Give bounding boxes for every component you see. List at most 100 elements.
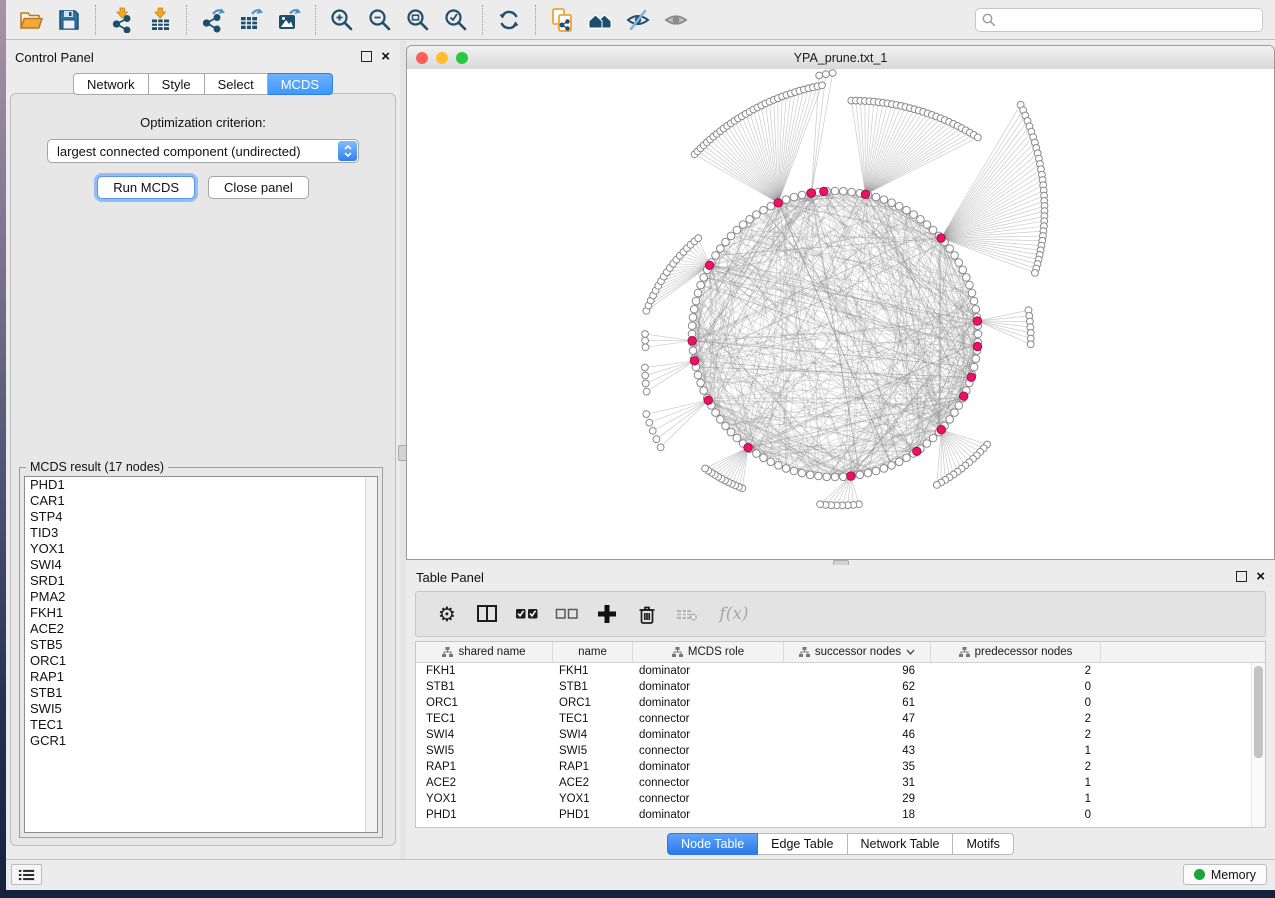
float-panel-icon[interactable] [1236,571,1247,582]
table-row[interactable]: PHD1PHD1dominator180 [416,807,1265,823]
hide-selected-button[interactable] [619,3,657,37]
show-all-button[interactable] [657,3,695,37]
table-settings-button[interactable]: ⚙ [432,599,462,629]
mcds-result-item[interactable]: GCR1 [25,733,377,749]
mcds-result-item[interactable]: TEC1 [25,717,377,733]
table-row[interactable]: YOX1YOX1connector291 [416,791,1265,807]
mcds-result-item[interactable]: FKH1 [25,605,377,621]
column-header-name[interactable]: name [553,642,633,662]
deselect-all-button[interactable] [552,599,582,629]
mcds-list-scrollbar[interactable] [365,477,377,832]
scrollbar-thumb[interactable] [1254,666,1263,758]
delete-column-button[interactable] [632,599,662,629]
column-header-predecessor-nodes[interactable]: predecessor nodes [931,642,1101,662]
table-cell: ACE2 [553,775,633,791]
tab-motifs[interactable]: Motifs [953,833,1013,855]
open-file-button[interactable] [12,3,50,37]
select-all-button[interactable] [512,599,542,629]
network-window: YPA_prune.txt_1 [406,45,1275,560]
toolbar-separator [186,5,187,35]
zoom-fit-icon [405,7,431,33]
mcds-result-item[interactable]: YOX1 [25,541,377,557]
float-panel-icon[interactable] [361,51,372,62]
table-cell: dominator [633,663,784,679]
table-cell: dominator [633,759,784,775]
optimization-criterion-label: Optimization criterion: [11,115,395,130]
table-cell: 0 [931,807,1101,823]
first-neighbors-button[interactable] [581,3,619,37]
table-row[interactable]: ORC1ORC1dominator610 [416,695,1265,711]
table-cell: 47 [784,711,931,727]
mcds-result-item[interactable]: STB1 [25,685,377,701]
table-row[interactable]: TEC1TEC1connector472 [416,711,1265,727]
tab-select[interactable]: Select [205,73,268,95]
mcds-result-item[interactable]: STP4 [25,509,377,525]
mcds-result-item[interactable]: SRD1 [25,573,377,589]
table-scrollbar[interactable] [1251,663,1265,827]
network-canvas[interactable] [407,69,1274,559]
zoom-out-button[interactable] [361,3,399,37]
save-session-button[interactable] [50,3,88,37]
zoom-fit-button[interactable] [399,3,437,37]
eye-icon [663,7,689,33]
zoom-in-button[interactable] [323,3,361,37]
tab-network[interactable]: Network [73,73,149,95]
table-cell: RAP1 [416,759,553,775]
tab-style[interactable]: Style [149,73,205,95]
window-close-icon[interactable] [416,52,428,64]
table-row[interactable]: SWI4SWI4dominator462 [416,727,1265,743]
column-header-shared-name[interactable]: shared name [416,642,553,662]
memory-status-icon [1194,869,1205,880]
mcds-result-item[interactable]: STB5 [25,637,377,653]
table-cell: YOX1 [416,791,553,807]
column-header-successor-nodes[interactable]: successor nodes [784,642,931,662]
mcds-result-list[interactable]: PHD1CAR1STP4TID3YOX1SWI4SRD1PMA2FKH1ACE2… [24,476,378,833]
criterion-selected-value: largest connected component (undirected) [57,144,301,159]
mcds-result-item[interactable]: SWI4 [25,557,377,573]
mcds-result-item[interactable]: PMA2 [25,589,377,605]
select-stepper-icon [338,141,357,161]
mcds-result-item[interactable]: SWI5 [25,701,377,717]
add-column-button[interactable] [592,599,622,629]
close-panel-icon[interactable]: × [1256,571,1265,582]
zoom-selected-button[interactable] [437,3,475,37]
tab-network-table[interactable]: Network Table [848,833,954,855]
import-table-button[interactable] [141,3,179,37]
export-image-button[interactable] [270,3,308,37]
run-mcds-button[interactable]: Run MCDS [97,176,195,199]
table-row[interactable]: SWI5SWI5connector431 [416,743,1265,759]
column-header-mcds-role[interactable]: MCDS role [633,642,784,662]
refresh-view-button[interactable] [490,3,528,37]
tab-edge-table[interactable]: Edge Table [758,833,847,855]
mcds-result-item[interactable]: ACE2 [25,621,377,637]
column-manager-button[interactable] [472,599,502,629]
export-network-button[interactable] [194,3,232,37]
mcds-result-item[interactable]: RAP1 [25,669,377,685]
table-cell: 2 [931,727,1101,743]
mcds-result-item[interactable]: PHD1 [25,477,377,493]
mcds-result-item[interactable]: TID3 [25,525,377,541]
mcds-result-item[interactable]: CAR1 [25,493,377,509]
close-panel-icon[interactable]: × [381,51,390,62]
table-cell: FKH1 [553,663,633,679]
memory-button[interactable]: Memory [1183,864,1267,885]
criterion-select[interactable]: largest connected component (undirected) [47,139,359,163]
table-row[interactable]: FKH1FKH1dominator962 [416,663,1265,679]
tab-mcds[interactable]: MCDS [268,73,333,95]
status-bar: Memory [6,859,1275,890]
import-network-button[interactable] [103,3,141,37]
window-minimize-icon[interactable] [436,52,448,64]
table-row[interactable]: ACE2ACE2connector311 [416,775,1265,791]
table-row[interactable]: RAP1RAP1dominator352 [416,759,1265,775]
tab-node-table[interactable]: Node Table [667,833,758,855]
table-panel: Table Panel × ⚙ [406,565,1275,860]
clone-network-button[interactable] [543,3,581,37]
close-panel-button[interactable]: Close panel [208,176,309,199]
mcds-result-item[interactable]: ORC1 [25,653,377,669]
window-maximize-icon[interactable] [456,52,468,64]
table-row[interactable]: STB1STB1dominator620 [416,679,1265,695]
search-input[interactable] [975,8,1263,32]
export-table-button[interactable] [232,3,270,37]
node-table-header: shared name name MCDS role successor nod… [416,642,1265,663]
task-history-button[interactable] [11,864,42,885]
